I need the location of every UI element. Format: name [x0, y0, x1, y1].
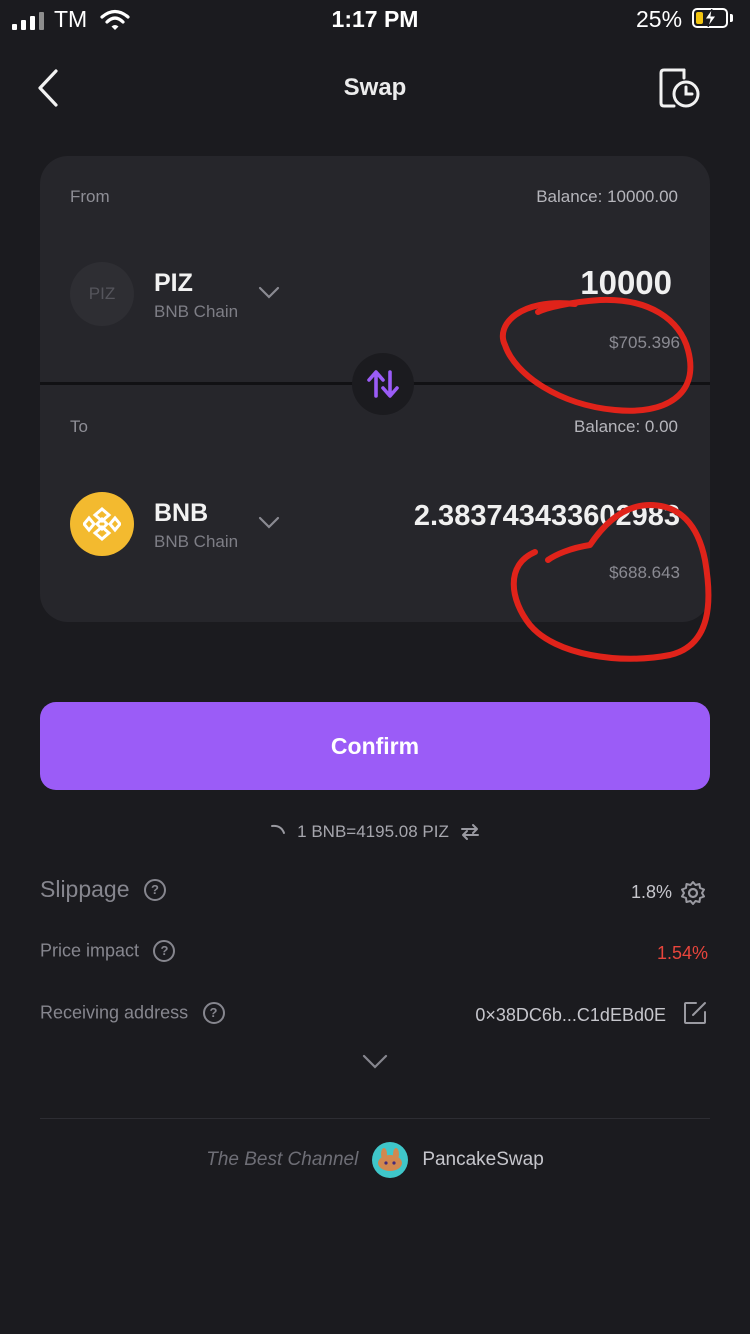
from-balance: Balance: 10000.00 [536, 187, 678, 206]
to-balance: Balance: 0.00 [574, 417, 678, 436]
to-token-chain: BNB Chain [154, 532, 239, 551]
battery-icon [692, 8, 728, 28]
chevron-down-icon [258, 286, 280, 299]
to-token-symbol: BNB [154, 499, 209, 527]
footer-tagline: The Best Channel [206, 1149, 359, 1170]
page-title: Swap [343, 74, 407, 101]
receiving-address-value: 0×38DC6b...C1dEBd0E [475, 1005, 666, 1025]
from-token-chain: BNB Chain [154, 302, 239, 321]
to-token-selector[interactable]: BNB BNB Chain [70, 492, 290, 556]
from-amount-input[interactable]: 10000 [580, 264, 672, 302]
help-circle-icon[interactable]: ? [143, 878, 166, 901]
help-circle-icon[interactable]: ? [153, 940, 176, 962]
price-impact-label: Price impact [40, 940, 140, 961]
edit-icon[interactable] [682, 1000, 708, 1026]
pancakeswap-logo-icon [372, 1142, 409, 1178]
slippage-row[interactable]: Slippage ? 1.8% [40, 876, 710, 910]
exchange-rate-text: 1 BNB=4195.08 PIZ [297, 822, 449, 841]
to-amount: 2.383743433602983 [413, 500, 680, 532]
swap-card: From Balance: 10000.00 PIZ PIZ BNB Chain… [40, 156, 710, 622]
help-circle-icon[interactable]: ? [202, 1002, 225, 1024]
loading-spinner-icon [271, 824, 286, 834]
bnb-token-icon [70, 492, 134, 556]
exchange-rate-row: 1 BNB=4195.08 PIZ [0, 822, 750, 842]
to-usd-value: $688.643 [609, 563, 680, 582]
chevron-down-icon [258, 516, 280, 529]
confirm-button[interactable]: Confirm [40, 702, 710, 790]
receiving-address-row: Receiving address ? 0×38DC6b...C1dEBd0E [40, 1002, 710, 1030]
history-icon[interactable] [658, 68, 702, 110]
from-token-selector[interactable]: PIZ PIZ BNB Chain [70, 262, 290, 326]
footer-divider [40, 1118, 710, 1119]
footer: The Best Channel PancakeSwap [0, 1142, 750, 1178]
price-impact-value: 1.54% [656, 943, 708, 963]
to-label: To [70, 417, 88, 436]
battery-cap [730, 14, 733, 22]
price-impact-row: Price impact ? 1.54% [40, 940, 710, 968]
status-bar: TM 1:17 PM 25% [0, 0, 750, 44]
swap-arrows-icon [367, 370, 399, 398]
refresh-rate-icon[interactable] [459, 822, 481, 842]
battery-percent: 25% [636, 6, 683, 32]
switch-tokens-button[interactable] [352, 353, 414, 415]
receiving-address-label: Receiving address [40, 1002, 189, 1023]
piz-token-icon: PIZ [70, 262, 134, 326]
slippage-label: Slippage [40, 876, 130, 902]
from-token-symbol: PIZ [154, 269, 193, 297]
from-usd-value: $705.396 [609, 333, 680, 352]
slippage-value: 1.8% [630, 882, 672, 902]
from-label: From [70, 187, 110, 206]
gear-icon[interactable] [680, 880, 706, 906]
footer-provider-name: PancakeSwap [422, 1149, 544, 1170]
expand-chevron-down-icon[interactable] [362, 1054, 388, 1070]
